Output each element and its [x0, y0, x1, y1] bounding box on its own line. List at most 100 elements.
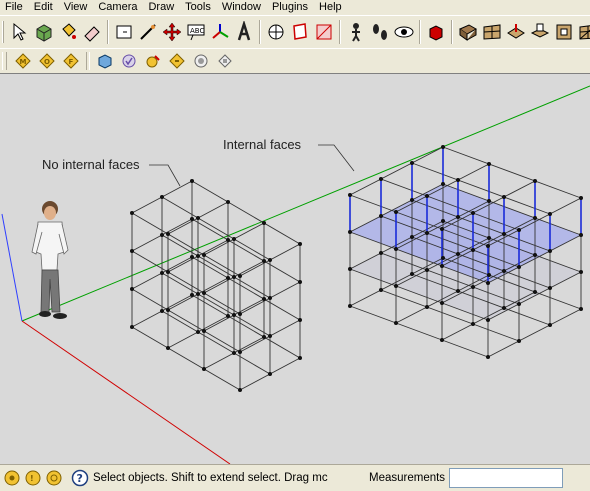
vertex	[410, 161, 414, 165]
vertex	[196, 254, 200, 258]
menu-help[interactable]: Help	[314, 0, 348, 15]
vertex	[471, 322, 475, 326]
zoom-extents-icon[interactable]	[313, 19, 335, 45]
menu-draw[interactable]: Draw	[143, 0, 180, 15]
menu-file[interactable]: File	[0, 0, 29, 15]
toolbar-separator	[86, 52, 90, 70]
text-tool-icon[interactable]: ABC	[185, 19, 207, 45]
soften-edges-icon[interactable]	[190, 50, 212, 72]
callout-leader-right	[318, 144, 355, 172]
vertex	[226, 314, 230, 318]
menu-window[interactable]: Window	[217, 0, 267, 15]
modeling-viewport[interactable]: No internal faces Internal faces	[0, 73, 590, 464]
grid-box-no-internal-faces[interactable]	[130, 179, 302, 392]
vertex	[425, 305, 429, 309]
vertex	[456, 215, 460, 219]
vertex	[440, 301, 444, 305]
vertex	[262, 297, 266, 301]
vertex	[486, 281, 490, 285]
layers-icon[interactable]	[142, 50, 164, 72]
3d-text-icon[interactable]	[233, 19, 255, 45]
geo-location-icon[interactable]	[3, 469, 21, 487]
vertex	[487, 199, 491, 203]
vertex	[548, 323, 552, 327]
select-tool-icon[interactable]	[9, 19, 31, 45]
shadows-icon[interactable]	[94, 50, 116, 72]
line-tool-icon[interactable]	[137, 19, 159, 45]
vertex	[298, 242, 302, 246]
paint-bucket-icon[interactable]	[57, 19, 79, 45]
rectangle-tool-icon[interactable]	[113, 19, 135, 45]
section-plane-icon[interactable]	[289, 19, 311, 45]
vertex	[486, 244, 490, 248]
svg-text:!: !	[30, 474, 34, 483]
sandbox-scratch-icon[interactable]	[481, 19, 503, 45]
vertex	[440, 264, 444, 268]
toolbar-grip[interactable]	[2, 52, 7, 70]
menu-edit[interactable]: Edit	[29, 0, 59, 15]
walk-icon[interactable]	[369, 19, 391, 45]
push-pull-icon[interactable]	[425, 19, 447, 45]
stamp-icon[interactable]	[529, 19, 551, 45]
menu-plugins[interactable]: Plugins	[267, 0, 314, 15]
grid-box-internal-faces[interactable]	[348, 145, 583, 359]
components-icon[interactable]	[33, 19, 55, 45]
vertex	[196, 292, 200, 296]
look-around-icon[interactable]	[393, 19, 415, 45]
sandbox-contours-icon[interactable]	[457, 19, 479, 45]
vertex	[238, 312, 242, 316]
callout-internal-faces: Internal faces	[223, 137, 302, 152]
vertex	[298, 280, 302, 284]
user-account-icon[interactable]	[45, 469, 63, 487]
vertex	[410, 198, 414, 202]
move-tool-icon[interactable]	[161, 19, 183, 45]
styles-icon[interactable]	[118, 50, 140, 72]
vertex	[548, 212, 552, 216]
vertex	[196, 216, 200, 220]
axes-icon[interactable]	[209, 19, 231, 45]
svg-text:M: M	[20, 58, 27, 66]
fog-icon[interactable]: F	[60, 50, 82, 72]
vertex	[379, 251, 383, 255]
vertex	[579, 270, 583, 274]
photo-match-icon[interactable]	[214, 50, 236, 72]
vertex	[238, 350, 242, 354]
vertex	[130, 325, 134, 329]
vertex	[166, 270, 170, 274]
help-icon[interactable]: ?	[71, 469, 89, 487]
vertex	[160, 271, 164, 275]
measurements-input[interactable]	[449, 468, 564, 488]
vertex	[190, 293, 194, 297]
vertex	[502, 306, 506, 310]
materials-icon[interactable]: M	[12, 50, 34, 72]
eraser-icon[interactable]	[81, 19, 103, 45]
menu-tools[interactable]: Tools	[180, 0, 217, 15]
vertex	[379, 288, 383, 292]
scenes-icon[interactable]	[166, 50, 188, 72]
vertex	[533, 179, 537, 183]
vertex	[238, 388, 242, 392]
toolbar-separator	[451, 20, 453, 44]
scale-figure[interactable]	[31, 201, 69, 319]
callout-no-internal-faces: No internal faces	[42, 157, 140, 172]
vertex	[190, 179, 194, 183]
toolbar-grip[interactable]	[2, 21, 4, 43]
credits-icon[interactable]: !	[24, 469, 42, 487]
drape-icon[interactable]	[553, 19, 575, 45]
add-detail-icon[interactable]	[577, 19, 590, 45]
outliner-icon[interactable]: O	[36, 50, 58, 72]
smoove-icon[interactable]	[505, 19, 527, 45]
blue-axis	[1, 213, 23, 322]
vertex	[262, 221, 266, 225]
menu-camera[interactable]: Camera	[93, 0, 143, 15]
svg-text:O: O	[44, 58, 50, 66]
vertex	[471, 248, 475, 252]
position-camera-icon[interactable]	[345, 19, 367, 45]
scene-canvas[interactable]	[0, 74, 590, 464]
vertex	[202, 253, 206, 257]
menu-view[interactable]: View	[59, 0, 94, 15]
orbit-icon[interactable]	[265, 19, 287, 45]
vertex	[548, 249, 552, 253]
vertex	[471, 285, 475, 289]
vertex	[502, 195, 506, 199]
